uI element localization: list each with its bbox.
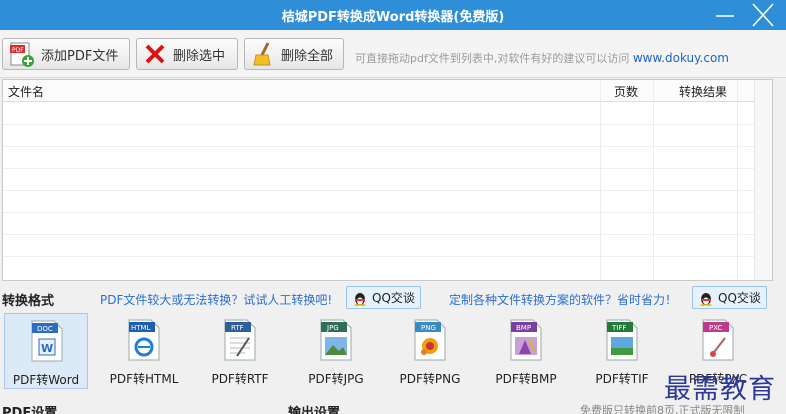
pdf-settings-title: PDF设置 xyxy=(2,406,58,414)
format-rtf-option[interactable]: RTF PDF转RTF xyxy=(198,313,282,389)
column-divider xyxy=(600,80,601,280)
png-file-icon: PNG xyxy=(414,319,446,361)
minimize-button[interactable] xyxy=(708,0,742,30)
format-png-label: PDF转PNG xyxy=(399,372,461,386)
row-divider xyxy=(3,124,772,125)
file-list-header: 文件名 页数 转换结果 xyxy=(3,80,772,102)
minimize-icon xyxy=(716,15,734,17)
rtf-badge: RTF xyxy=(231,324,244,332)
delete-all-label: 删除全部 xyxy=(281,48,334,64)
add-pdf-icon: PDF xyxy=(10,42,34,67)
word-file-icon: DOC W xyxy=(31,320,63,362)
broom-icon xyxy=(253,42,271,66)
website-link[interactable]: www.dokuy.com xyxy=(633,51,729,65)
tif-badge: TIFF xyxy=(611,324,626,332)
add-pdf-button[interactable]: PDF 添加PDF文件 xyxy=(2,38,130,70)
format-bar: 转换格式 PDF文件较大或无法转换？试试人工转换吧! QQ交谈 定制各种文件转换… xyxy=(0,284,786,312)
custom-solution-promo[interactable]: 定制各种文件转换方案的软件？省时省力！ xyxy=(449,291,677,308)
close-icon xyxy=(752,3,774,27)
qq-chat-button[interactable]: QQ交谈 xyxy=(692,286,767,309)
svg-text:W: W xyxy=(41,342,53,355)
close-button[interactable] xyxy=(746,0,780,30)
tif-file-icon: TIFF xyxy=(606,319,638,361)
row-divider xyxy=(3,190,772,191)
format-tif-label: PDF转TIF xyxy=(595,372,649,386)
format-html-label: PDF转HTML xyxy=(109,372,179,386)
pxc-badge: PXC xyxy=(709,324,723,332)
png-badge: PNG xyxy=(421,324,436,332)
bmp-badge: BMP xyxy=(516,324,531,332)
row-divider xyxy=(3,146,772,147)
delete-x-icon xyxy=(145,44,165,64)
column-filename[interactable]: 文件名 xyxy=(8,83,44,100)
html-badge: HTML xyxy=(131,324,151,332)
column-divider xyxy=(737,80,738,280)
format-word-label: PDF转Word xyxy=(12,373,80,387)
add-pdf-label: 添加PDF文件 xyxy=(41,48,119,64)
qq-penguin-icon xyxy=(700,292,712,306)
format-bmp-label: PDF转BMP xyxy=(495,372,557,386)
doc-badge: DOC xyxy=(37,325,53,333)
manual-convert-promo[interactable]: PDF文件较大或无法转换？试试人工转换吧! xyxy=(100,291,332,308)
rtf-file-icon: RTF xyxy=(224,319,256,361)
qq-chat-label: QQ交谈 xyxy=(718,291,761,305)
row-divider xyxy=(3,212,772,213)
format-tif-option[interactable]: TIFF PDF转TIF xyxy=(580,313,664,389)
format-rtf-label: PDF转RTF xyxy=(211,372,269,386)
html-file-icon: HTML xyxy=(128,319,160,361)
vertical-scrollbar[interactable] xyxy=(754,80,772,280)
title-bar: 桔城PDF转换成Word转换器(免费版) xyxy=(0,0,786,30)
delete-selected-button[interactable]: 删除选中 xyxy=(136,38,238,70)
drag-hint: 可直接拖动pdf文件到列表中,对软件有好的建议可以访问 www.dokuy.co… xyxy=(355,50,729,66)
jpg-badge: JPG xyxy=(326,324,339,332)
qq-chat-button[interactable]: QQ交谈 xyxy=(346,286,421,309)
output-settings-title: 输出设置 xyxy=(288,406,341,414)
format-bmp-option[interactable]: BMP PDF转BMP xyxy=(484,313,568,389)
hint-text: 可直接拖动pdf文件到列表中,对软件有好的建议可以访问 xyxy=(355,52,630,65)
row-divider xyxy=(3,234,772,235)
column-result[interactable]: 转换结果 xyxy=(679,83,727,100)
row-divider xyxy=(3,256,772,257)
bmp-file-icon: BMP xyxy=(510,319,542,361)
window-title: 桔城PDF转换成Word转换器(免费版) xyxy=(281,10,505,25)
row-divider xyxy=(3,168,772,169)
qq-chat-label: QQ交谈 xyxy=(372,291,415,305)
file-list[interactable]: 文件名 页数 转换结果 xyxy=(2,79,773,281)
qq-penguin-icon xyxy=(354,292,366,306)
format-section-title: 转换格式 xyxy=(2,294,55,309)
pxc-file-icon: PXC xyxy=(702,319,734,361)
format-word-option[interactable]: DOC W PDF转Word xyxy=(4,313,88,389)
svg-text:PDF: PDF xyxy=(12,47,24,54)
format-png-option[interactable]: PNG PDF转PNG xyxy=(388,313,472,389)
jpg-file-icon: JPG xyxy=(320,319,352,361)
format-html-option[interactable]: HTML PDF转HTML xyxy=(102,313,186,389)
column-divider xyxy=(653,80,654,280)
format-jpg-option[interactable]: JPG PDF转JPG xyxy=(294,313,378,389)
format-jpg-label: PDF转JPG xyxy=(308,372,364,386)
delete-all-button[interactable]: 删除全部 xyxy=(244,38,344,70)
site-watermark: 最需教育 xyxy=(664,374,776,405)
toolbar: PDF 添加PDF文件 删除选中 删除全部 可直接拖动pdf文件到列表中,对软件… xyxy=(0,30,786,78)
column-pages[interactable]: 页数 xyxy=(614,83,638,100)
delete-selected-label: 删除选中 xyxy=(173,48,226,64)
